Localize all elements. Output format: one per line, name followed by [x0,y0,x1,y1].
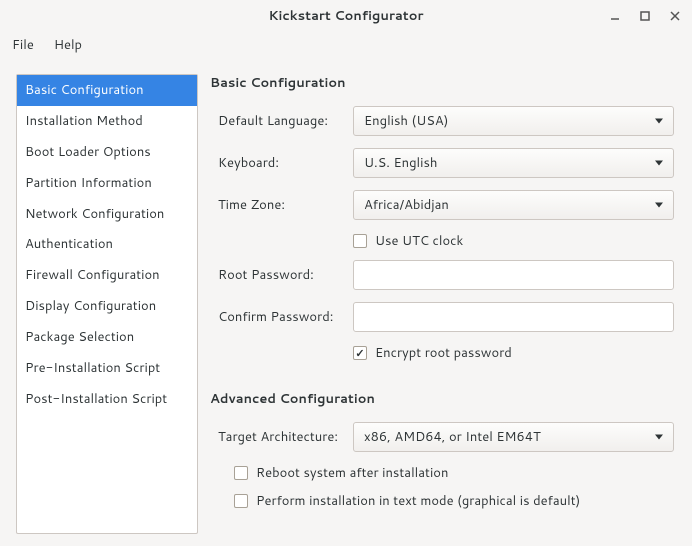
timezone-label: Time Zone: [218,196,353,214]
sidebar-item-authentication[interactable]: Authentication [17,229,197,260]
confirmpw-label: Confirm Password: [218,308,353,326]
sidebar-item-basic-configuration[interactable]: Basic Configuration [17,75,197,106]
row-confirmpw: Confirm Password: [210,302,674,332]
close-icon[interactable] [668,9,682,23]
sidebar-item-partition-information[interactable]: Partition Information [17,168,197,199]
textmode-label: Perform installation in text mode (graph… [256,492,580,510]
row-reboot: Reboot system after installation [226,464,674,482]
sidebar: Basic Configuration Installation Method … [16,74,198,534]
menubar: File Help [0,32,692,58]
sidebar-item-package-selection[interactable]: Package Selection [17,322,197,353]
timezone-value: Africa/Abidjan [364,196,449,214]
window-controls [608,0,682,32]
utc-label: Use UTC clock [375,232,463,250]
confirmpw-input[interactable] [353,302,674,332]
sidebar-item-boot-loader-options[interactable]: Boot Loader Options [17,137,197,168]
encrypt-label: Encrypt root password [375,344,512,362]
chevron-down-icon [655,119,663,124]
sidebar-item-post-installation-script[interactable]: Post-Installation Script [17,384,197,415]
timezone-combo[interactable]: Africa/Abidjan [353,190,674,220]
reboot-label: Reboot system after installation [256,464,448,482]
row-language: Default Language: English (USA) [210,106,674,136]
arch-combo[interactable]: x86, AMD64, or Intel EM64T [353,422,674,452]
arch-label: Target Architecture: [218,428,353,446]
rootpw-input[interactable] [353,260,674,290]
sidebar-item-pre-installation-script[interactable]: Pre-Installation Script [17,353,197,384]
keyboard-combo[interactable]: U.S. English [353,148,674,178]
chevron-down-icon [655,203,663,208]
rootpw-label: Root Password: [218,266,353,284]
chevron-down-icon [655,161,663,166]
keyboard-value: U.S. English [364,154,437,172]
textmode-checkbox[interactable] [234,494,248,508]
maximize-icon[interactable] [638,9,652,23]
menu-help[interactable]: Help [46,33,90,57]
main-panel: Basic Configuration Default Language: En… [210,74,682,534]
menu-file[interactable]: File [4,33,42,57]
window-title: Kickstart Configurator [269,7,424,25]
content-area: Basic Configuration Installation Method … [0,58,692,544]
sidebar-item-network-configuration[interactable]: Network Configuration [17,199,197,230]
row-textmode: Perform installation in text mode (graph… [226,492,674,510]
sidebar-item-installation-method[interactable]: Installation Method [17,106,197,137]
arch-value: x86, AMD64, or Intel EM64T [364,428,541,446]
advanced-checks: Reboot system after installation Perform… [210,464,674,510]
reboot-checkbox[interactable] [234,466,248,480]
sidebar-item-firewall-configuration[interactable]: Firewall Configuration [17,260,197,291]
chevron-down-icon [655,435,663,440]
row-encrypt: Encrypt root password [210,344,674,362]
advanced-section: Advanced Configuration Target Architectu… [210,390,674,510]
advanced-heading: Advanced Configuration [210,390,674,408]
row-timezone: Time Zone: Africa/Abidjan [210,190,674,220]
sidebar-item-display-configuration[interactable]: Display Configuration [17,291,197,322]
language-combo[interactable]: English (USA) [353,106,674,136]
row-utc: Use UTC clock [210,232,674,250]
encrypt-checkbox[interactable] [353,346,367,360]
language-value: English (USA) [364,112,448,130]
titlebar: Kickstart Configurator [0,0,692,32]
row-arch: Target Architecture: x86, AMD64, or Inte… [210,422,674,452]
minimize-icon[interactable] [608,9,622,23]
row-keyboard: Keyboard: U.S. English [210,148,674,178]
keyboard-label: Keyboard: [218,154,353,172]
row-rootpw: Root Password: [210,260,674,290]
language-label: Default Language: [218,112,353,130]
utc-checkbox[interactable] [353,234,367,248]
basic-heading: Basic Configuration [210,74,674,92]
